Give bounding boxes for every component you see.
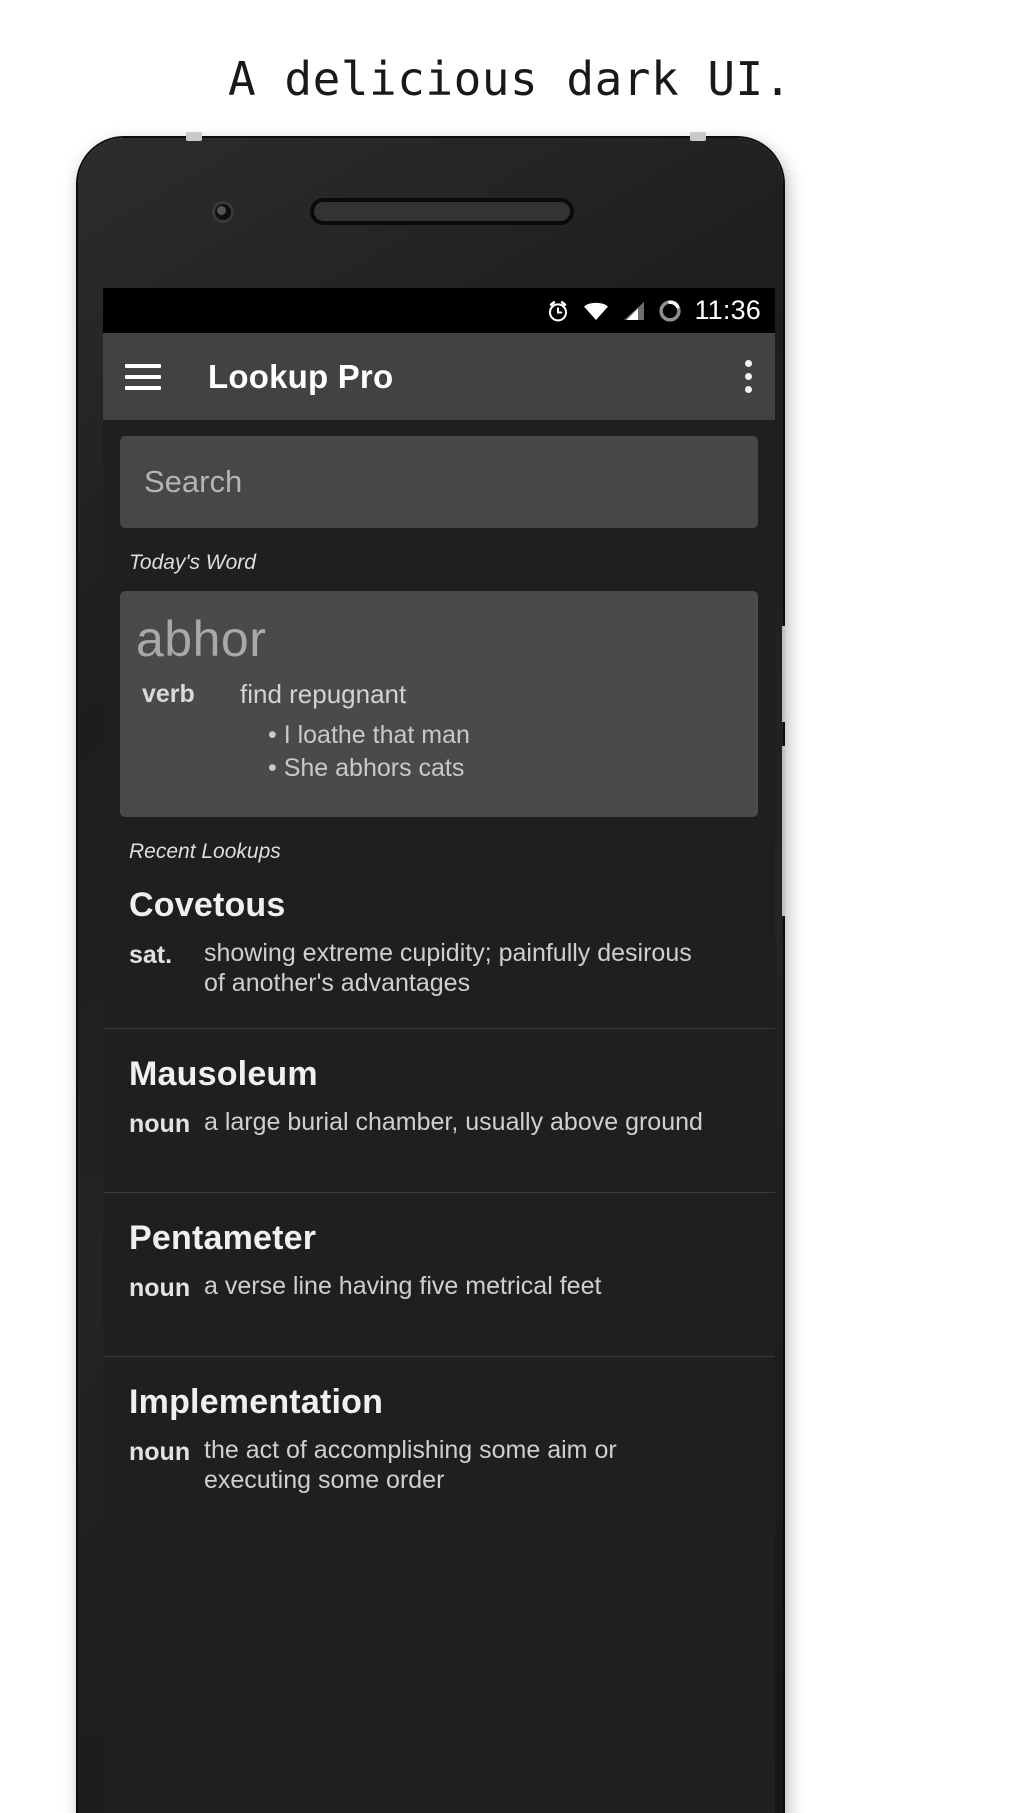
recent-definition: showing extreme cupidity; painfully desi…: [204, 939, 692, 997]
alarm-icon: [545, 298, 571, 324]
recent-part-of-speech: noun: [129, 1438, 191, 1467]
todays-word-part-of-speech: verb: [142, 679, 195, 708]
todays-word-examples: I loathe that man She abhors cats: [240, 719, 470, 785]
todays-word-container: abhor verb find repugnant I loathe that …: [103, 575, 775, 818]
cellular-signal-icon: [621, 299, 646, 323]
earpiece-speaker: [314, 202, 570, 221]
search-input[interactable]: Search: [120, 436, 758, 528]
page-root: A delicious dark UI. 11:36 Lookup Pro Se…: [0, 0, 1020, 1813]
hamburger-menu-icon[interactable]: [125, 363, 161, 390]
app-bar-title: Lookup Pro: [208, 357, 394, 395]
status-bar-icons: [545, 298, 683, 324]
app-bar: Lookup Pro: [103, 333, 775, 420]
top-nub-right: [690, 132, 706, 141]
page-title: A delicious dark UI.: [228, 52, 792, 106]
battery-circle-icon: [657, 298, 683, 324]
search-placeholder-text: Search: [144, 464, 243, 499]
phone-screen: 11:36 Lookup Pro Search Today's Word abh…: [103, 288, 775, 1813]
list-item[interactable]: Mausoleum noun a large burial chamber, u…: [103, 1028, 775, 1192]
recent-part-of-speech: noun: [129, 1110, 191, 1139]
todays-word-definition: find repugnant: [240, 678, 407, 709]
overflow-menu-icon[interactable]: [745, 360, 753, 393]
recent-definition: a large burial chamber, usually above gr…: [204, 1108, 703, 1137]
recent-lookups-list: Covetous sat. showing extreme cupidity; …: [103, 864, 775, 1520]
list-item[interactable]: Pentameter noun a verse line having five…: [103, 1192, 775, 1356]
recent-word: Covetous: [129, 886, 286, 925]
todays-word-card[interactable]: abhor verb find repugnant I loathe that …: [120, 591, 758, 818]
list-item[interactable]: Implementation noun the act of accomplis…: [103, 1356, 775, 1520]
search-container: Search: [103, 420, 775, 528]
volume-button[interactable]: [782, 746, 789, 916]
recent-word: Mausoleum: [129, 1055, 318, 1094]
list-item: She abhors cats: [268, 752, 470, 785]
wifi-icon: [582, 299, 610, 323]
recent-part-of-speech: noun: [129, 1274, 191, 1303]
recent-word: Pentameter: [129, 1219, 317, 1258]
todays-word-headword: abhor: [136, 611, 267, 667]
recent-definition: the act of accomplishing some aim or exe…: [204, 1436, 617, 1494]
status-bar: 11:36: [103, 288, 775, 333]
status-bar-clock: 11:36: [694, 295, 761, 325]
recent-word: Implementation: [129, 1383, 384, 1422]
power-button[interactable]: [782, 626, 789, 722]
list-item: I loathe that man: [268, 719, 470, 752]
phone-device-frame: 11:36 Lookup Pro Search Today's Word abh…: [78, 132, 789, 1813]
top-nub-left: [186, 132, 202, 141]
front-camera-icon: [212, 201, 234, 223]
app-content: Search Today's Word abhor verb find repu…: [103, 420, 775, 1813]
recent-part-of-speech: sat.: [129, 941, 173, 970]
todays-word-section-label: Today's Word: [129, 551, 256, 574]
recent-definition: a verse line having five metrical feet: [204, 1272, 602, 1301]
recent-lookups-section-label: Recent Lookups: [129, 840, 281, 864]
list-item[interactable]: Covetous sat. showing extreme cupidity; …: [103, 864, 775, 1028]
